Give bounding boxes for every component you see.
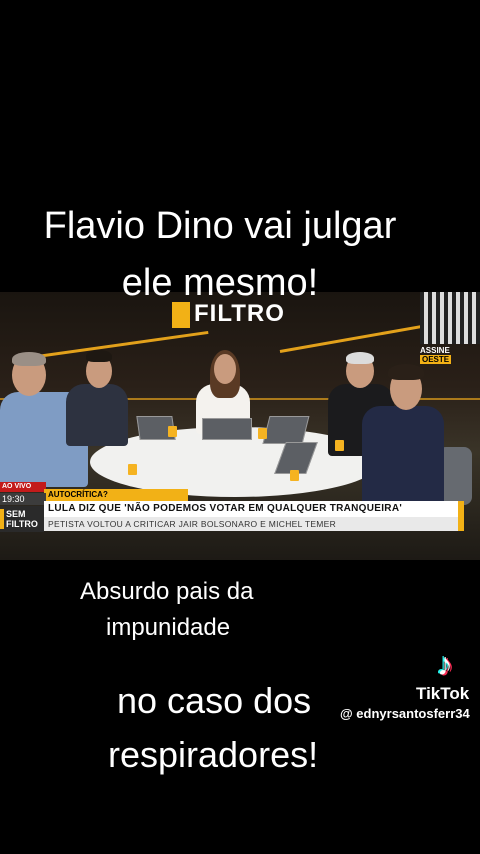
studio-light-beam <box>279 323 428 353</box>
brand-line-1: SEM <box>6 509 26 519</box>
brand-line-2: FILTRO <box>6 519 38 529</box>
headline-accent <box>458 501 464 531</box>
live-badge: AO VIVO <box>0 482 46 492</box>
broadcast-clock: 19:30 <box>0 493 46 505</box>
subheadline-text: PETISTA VOLTOU A CRITICAR JAIR BOLSONARO… <box>44 517 458 531</box>
caption-middle-line-1: Absurdo pais da <box>80 578 254 605</box>
caption-middle-line-2: impunidade <box>106 614 231 641</box>
assine-tag: OESTE <box>420 355 452 364</box>
headline-label: LULA DIZ QUE 'NÃO PODEMOS VOTAR EM QUALQ… <box>48 503 403 514</box>
logo-tag-icon <box>172 302 190 328</box>
headline-text: LULA DIZ QUE 'NÃO PODEMOS VOTAR EM QUALQ… <box>44 501 464 531</box>
caption-bottom-line-2: respiradores! <box>108 734 319 775</box>
coffee-cup <box>168 426 177 437</box>
caption-top-line-1: Flavio Dino vai julgar <box>43 205 397 247</box>
caption-bottom-line-1: no caso dos <box>117 680 312 721</box>
coffee-cup <box>128 464 137 475</box>
news-lower-third: AO VIVO AUTOCRÍTICA? 19:30 SEM FILTRO LU… <box>0 482 480 560</box>
assine-label: ASSINE OESTE <box>420 346 480 364</box>
assine-text: ASSINE <box>420 346 450 355</box>
coffee-cup <box>335 440 344 451</box>
coffee-cup <box>258 428 267 439</box>
studio-light-beam <box>29 330 209 359</box>
tiktok-username[interactable]: @ ednyrsantosferr34 <box>340 706 470 721</box>
brand-bar <box>0 509 4 529</box>
tiktok-note-icon: ♪ <box>437 646 453 682</box>
program-brand: SEM FILTRO <box>0 506 44 532</box>
broadcast-video-frame[interactable]: FILTRO ASSINE OESTE AO VIVO AUTOCRÍTICA?… <box>0 292 480 560</box>
caption-top-line-2: ele mesmo! <box>121 262 319 304</box>
tiktok-watermark: ♪ TikTok @ ednyrsantosferr34 <box>340 646 480 722</box>
coffee-cup <box>290 470 299 481</box>
laptop <box>262 416 310 444</box>
topic-tag: AUTOCRÍTICA? <box>44 489 188 501</box>
laptop <box>202 418 252 440</box>
tiktok-wordmark: TikTok <box>416 684 470 703</box>
